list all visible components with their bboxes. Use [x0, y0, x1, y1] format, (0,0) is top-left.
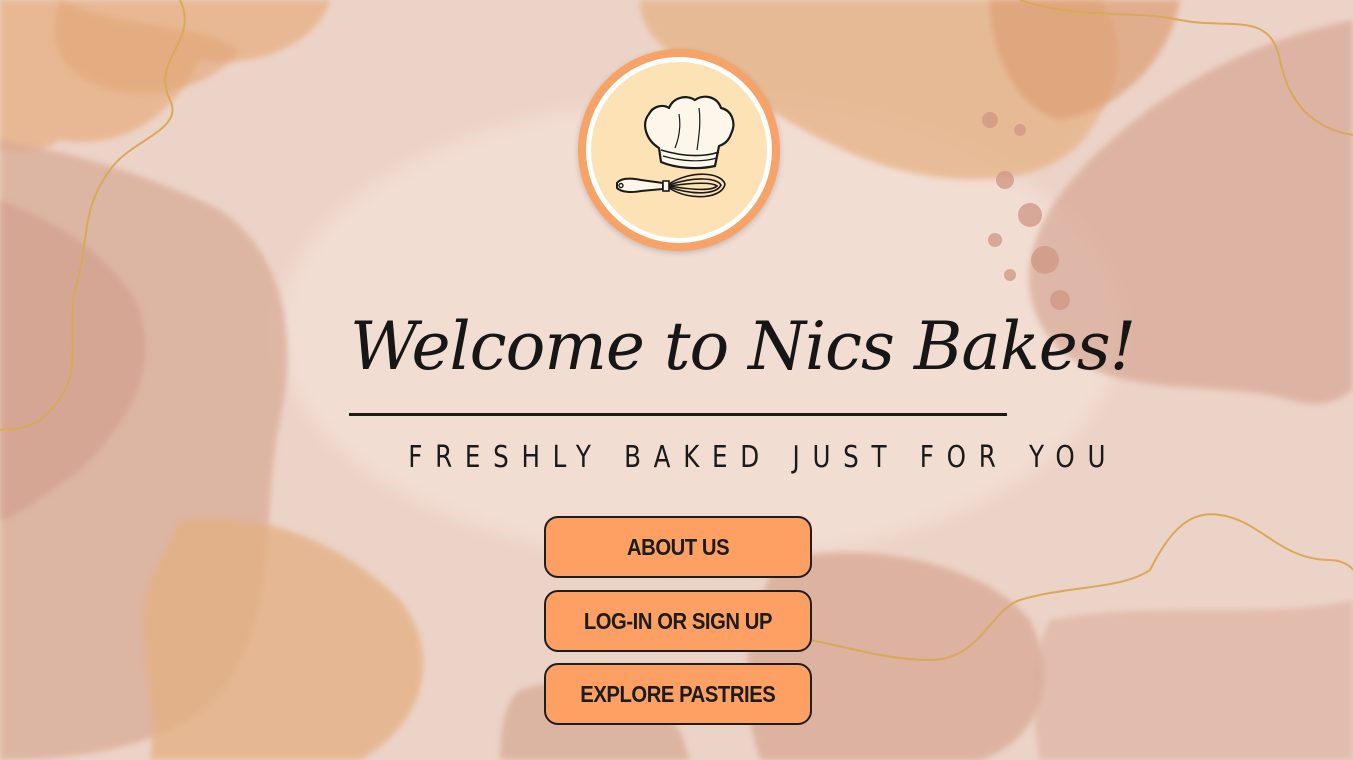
explore-pastries-label: EXPLORE PASTRIES	[580, 681, 776, 707]
chef-hat-whisk-icon	[591, 62, 767, 238]
login-signup-label: LOG-IN OR SIGN UP	[583, 608, 773, 634]
logo-ring	[586, 57, 772, 243]
about-us-button[interactable]: ABOUT US	[544, 516, 812, 578]
login-signup-button[interactable]: LOG-IN OR SIGN UP	[544, 590, 812, 652]
explore-pastries-button[interactable]: EXPLORE PASTRIES	[544, 663, 812, 725]
about-us-label: ABOUT US	[626, 534, 730, 560]
title-divider	[349, 413, 1007, 416]
page-title: Welcome to Nics Bakes!	[350, 308, 1136, 385]
logo	[578, 49, 780, 251]
tagline: FRESHLY BAKED JUST FOR YOU	[408, 440, 1119, 475]
